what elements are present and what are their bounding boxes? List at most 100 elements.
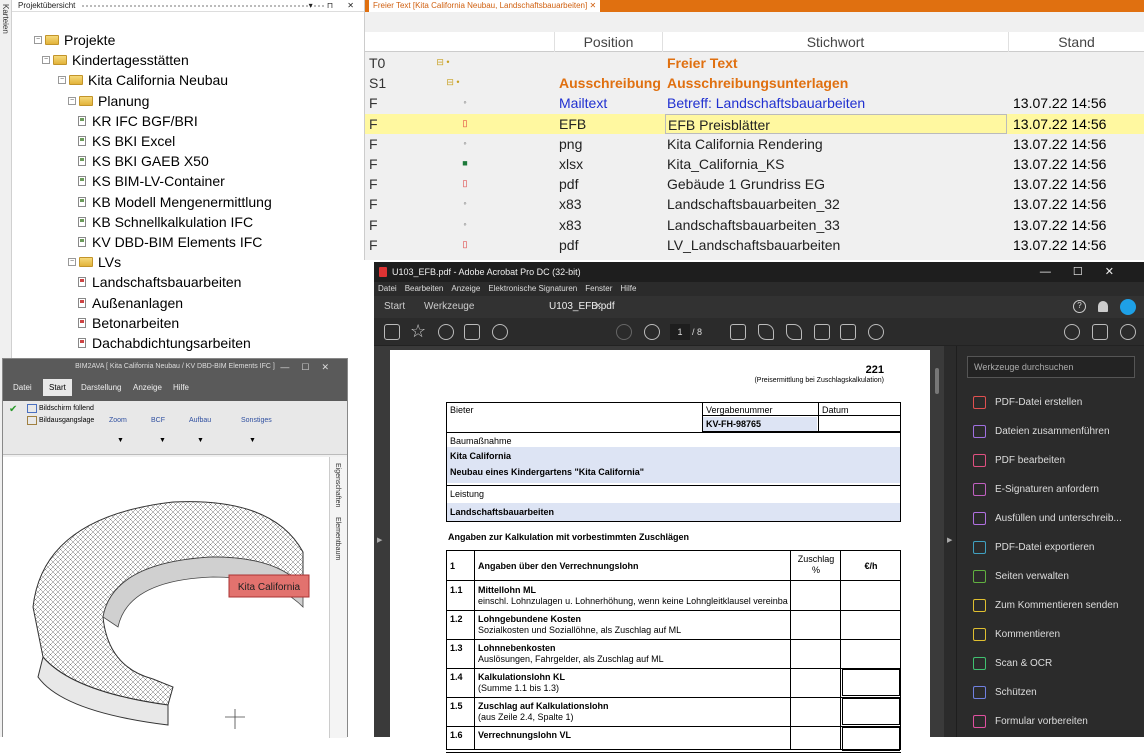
table-row[interactable]: F ◦ x83 Landschaftsbauarbeiten_33 13.07.22 1…: [365, 215, 1144, 235]
expand-toggle-icon[interactable]: −: [42, 56, 50, 65]
column-stichwort[interactable]: Stichwort: [663, 32, 1009, 52]
tool-item[interactable]: PDF-Datei erstellen: [973, 392, 1082, 412]
bim-3d-viewport[interactable]: Kita California: [3, 457, 329, 738]
dropdown-arrow-icon[interactable]: ▼: [117, 437, 124, 444]
value-field[interactable]: [842, 669, 900, 696]
page-down-icon[interactable]: [644, 324, 660, 340]
freetext-tab[interactable]: Freier Text [Kita California Neubau, Lan…: [369, 0, 601, 12]
panel-controls-icon[interactable]: ▾ ⊓ ✕: [309, 0, 360, 12]
bell-icon[interactable]: [1098, 301, 1108, 312]
tool-item[interactable]: Dateien zusammenführen: [973, 421, 1110, 441]
menu-item[interactable]: Datei: [378, 284, 397, 293]
sign-icon[interactable]: [786, 324, 802, 340]
table-row[interactable]: F ▯ pdf Gebäude 1 Grundriss EG 13.07.22 14:5…: [365, 174, 1144, 194]
ribbon-fullscreen[interactable]: Bildschirm füllend: [39, 405, 94, 412]
side-tab-elementbaum[interactable]: Elementbaum: [334, 517, 341, 560]
tree-item[interactable]: − Planung: [68, 91, 149, 111]
tool-item[interactable]: E-Signaturen anfordern: [973, 479, 1099, 499]
link-tool-icon[interactable]: [1064, 324, 1080, 340]
tree-item[interactable]: − Kindertagesstätten: [42, 50, 189, 70]
tool-item[interactable]: Kommentieren: [973, 624, 1060, 644]
tab-start[interactable]: Start: [384, 296, 405, 318]
table-row[interactable]: T0 ⊟ • Freier Text: [365, 53, 1144, 73]
cloud-upload-icon[interactable]: [438, 324, 454, 340]
tool-item[interactable]: Ausfüllen und unterschreib...: [973, 508, 1122, 528]
tree-item[interactable]: − Projekte: [34, 30, 115, 50]
window-controls-icon[interactable]: —☐✕: [280, 359, 341, 375]
ribbon-group-button[interactable]: Aufbau: [189, 417, 211, 424]
tree-item[interactable]: Außenanlagen: [78, 293, 183, 313]
tools-search-input[interactable]: Werkzeuge durchsuchen: [967, 356, 1135, 378]
help-icon[interactable]: ?: [1073, 300, 1086, 313]
table-row[interactable]: F ◦ png Kita California Rendering 13.07.22 1…: [365, 134, 1144, 154]
tree-item[interactable]: Landschaftsbauarbeiten: [78, 272, 241, 292]
close-tab-icon[interactable]: ✕: [589, 1, 596, 10]
ribbon-group-button[interactable]: Sonstiges: [241, 417, 272, 424]
column-stand[interactable]: Stand: [1009, 32, 1144, 52]
tree-item[interactable]: KB Modell Mengenermittlung: [78, 192, 272, 212]
table-row[interactable]: S1 ⊟ • Ausschreibung Ausschreibungsunterlag…: [365, 73, 1144, 93]
tab-werkzeuge[interactable]: Werkzeuge: [424, 296, 474, 318]
menu-item[interactable]: Hilfe: [620, 284, 636, 293]
tree-item[interactable]: KB Schnellkalkulation IFC: [78, 212, 253, 232]
save-icon[interactable]: [384, 324, 400, 340]
value-field[interactable]: [842, 698, 900, 725]
tree-item[interactable]: KV DBD-BIM Elements IFC: [78, 232, 262, 252]
page-number-input[interactable]: 1: [670, 324, 690, 340]
organize-icon[interactable]: [814, 324, 830, 340]
dropdown-arrow-icon[interactable]: ▼: [197, 437, 204, 444]
table-row[interactable]: F ◦ Mailtext Betreff: Landschaftsbauarbeite…: [365, 93, 1144, 113]
ribbon-home-view[interactable]: Bildausgangslage: [39, 417, 94, 424]
share-icon[interactable]: [1120, 324, 1136, 340]
tool-item[interactable]: PDF bearbeiten: [973, 450, 1065, 470]
delete-icon[interactable]: [840, 324, 856, 340]
ribbon-tab[interactable]: Anzeige: [133, 383, 162, 392]
tree-item[interactable]: KS BIM-LV-Container: [78, 171, 225, 191]
expand-toggle-icon[interactable]: −: [34, 36, 42, 44]
menu-item[interactable]: Anzeige: [451, 284, 480, 293]
mail-icon[interactable]: [1092, 324, 1108, 340]
ribbon-tab[interactable]: Datei: [13, 383, 32, 392]
ribbon-tab[interactable]: Start: [43, 379, 72, 396]
tree-item[interactable]: − LVs: [68, 252, 121, 272]
tree-item[interactable]: Dachabdichtungsarbeiten: [78, 333, 251, 353]
collapse-left-icon[interactable]: ▶: [377, 536, 382, 544]
tree-item[interactable]: − Kita California Neubau: [58, 70, 228, 90]
collapse-right-icon[interactable]: ▶: [947, 536, 952, 544]
dropdown-arrow-icon[interactable]: ▼: [249, 437, 256, 444]
table-row[interactable]: F ◦ x83 Landschaftsbauarbeiten_32 13.07.22 1…: [365, 194, 1144, 214]
table-row[interactable]: F ■ xlsx Kita_California_KS 13.07.22 14:56: [365, 154, 1144, 174]
ribbon-group-button[interactable]: Zoom: [109, 417, 127, 424]
ribbon-group-button[interactable]: BCF: [151, 417, 165, 424]
ribbon-tab[interactable]: Darstellung: [81, 383, 121, 392]
side-tab-eigenschaften[interactable]: Eigenschaften: [334, 463, 341, 507]
comment-icon[interactable]: [730, 324, 746, 340]
tool-item[interactable]: Scan & OCR: [973, 653, 1052, 673]
tool-item[interactable]: Seiten verwalten: [973, 566, 1069, 586]
expand-toggle-icon[interactable]: −: [68, 96, 76, 105]
bookmark-star-icon[interactable]: ☆: [410, 321, 426, 342]
tree-item[interactable]: Betonarbeiten: [78, 313, 179, 333]
expand-toggle-icon[interactable]: −: [58, 76, 66, 85]
table-row[interactable]: F ▯ pdf LV_Landschaftsbauarbeiten 13.07.22 1…: [365, 235, 1144, 255]
page-up-icon[interactable]: [616, 324, 632, 340]
tool-item[interactable]: Formular vorbereiten: [973, 711, 1088, 731]
pdf-viewer[interactable]: ▶ 221 (Preisermittlung bei Zuschlagskalk…: [374, 346, 944, 753]
tool-item[interactable]: Zum Kommentieren senden: [973, 595, 1118, 615]
menu-item[interactable]: Fenster: [585, 284, 612, 293]
ribbon-tab[interactable]: Hilfe: [173, 383, 189, 392]
menu-item[interactable]: Bearbeiten: [405, 284, 444, 293]
tree-item[interactable]: KS BKI GAEB X50: [78, 151, 209, 171]
tool-item[interactable]: PDF-Datei exportieren: [973, 537, 1094, 557]
window-controls-icon[interactable]: —☐✕: [1040, 262, 1136, 282]
close-document-tab-icon[interactable]: ✕: [594, 296, 602, 318]
menu-item[interactable]: Elektronische Signaturen: [488, 284, 577, 293]
account-avatar[interactable]: [1120, 299, 1136, 315]
scrollbar-thumb[interactable]: [935, 368, 939, 394]
table-row[interactable]: F ▯ EFB EFB Preisblätter 13.07.22 14:56: [365, 113, 1144, 134]
column-position[interactable]: Position: [555, 32, 663, 52]
tree-item[interactable]: KS BKI Excel: [78, 131, 175, 151]
print-icon[interactable]: [464, 324, 480, 340]
expand-toggle-icon[interactable]: −: [68, 258, 76, 267]
zoom-out-icon[interactable]: [492, 324, 508, 340]
